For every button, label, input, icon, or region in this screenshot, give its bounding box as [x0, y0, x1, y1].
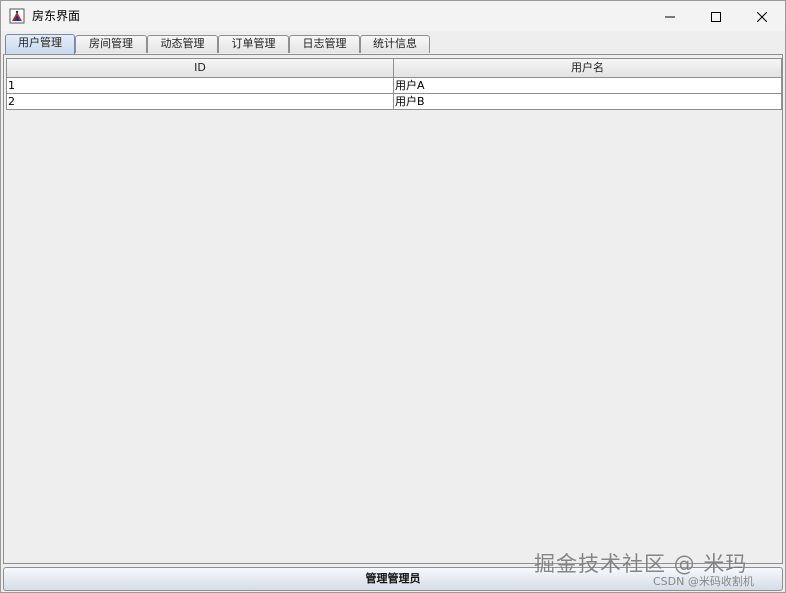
java-app-icon — [9, 8, 25, 24]
minimize-icon — [665, 7, 675, 26]
close-icon — [756, 7, 768, 26]
app-window: 房东界面 用户管理 房间管理 动态管理 订单管理 日志管理 统计信息 ID 用户… — [0, 0, 786, 593]
close-button[interactable] — [739, 1, 785, 31]
tab-panel-user-management: ID 用户名 1 用户A 2 用户B — [3, 54, 783, 564]
tab-post-management[interactable]: 动态管理 — [147, 35, 218, 53]
tab-log-management[interactable]: 日志管理 — [289, 35, 360, 53]
table-cell-id[interactable]: 2 — [7, 94, 394, 109]
maximize-icon — [711, 7, 721, 26]
column-header-id[interactable]: ID — [7, 59, 394, 77]
title-bar[interactable]: 房东界面 — [1, 1, 785, 31]
table-row[interactable]: 1 用户A — [6, 78, 782, 94]
table-cell-id[interactable]: 1 — [7, 78, 394, 93]
tab-order-management[interactable]: 订单管理 — [218, 35, 289, 53]
window-title: 房东界面 — [32, 9, 81, 23]
table-row[interactable]: 2 用户B — [6, 94, 782, 110]
column-header-username[interactable]: 用户名 — [394, 59, 781, 77]
tab-user-management[interactable]: 用户管理 — [5, 34, 75, 54]
tab-room-management[interactable]: 房间管理 — [75, 35, 147, 53]
watermark-sub: CSDN @米码收割机 — [653, 575, 754, 588]
tab-bar: 用户管理 房间管理 动态管理 订单管理 日志管理 统计信息 — [3, 34, 783, 54]
table-cell-username[interactable]: 用户B — [394, 94, 781, 109]
maximize-button[interactable] — [693, 1, 739, 31]
table-cell-username[interactable]: 用户A — [394, 78, 781, 93]
tab-statistics[interactable]: 统计信息 — [360, 35, 430, 53]
minimize-button[interactable] — [647, 1, 693, 31]
users-table[interactable]: ID 用户名 1 用户A 2 用户B — [6, 58, 782, 110]
table-header: ID 用户名 — [6, 58, 782, 78]
